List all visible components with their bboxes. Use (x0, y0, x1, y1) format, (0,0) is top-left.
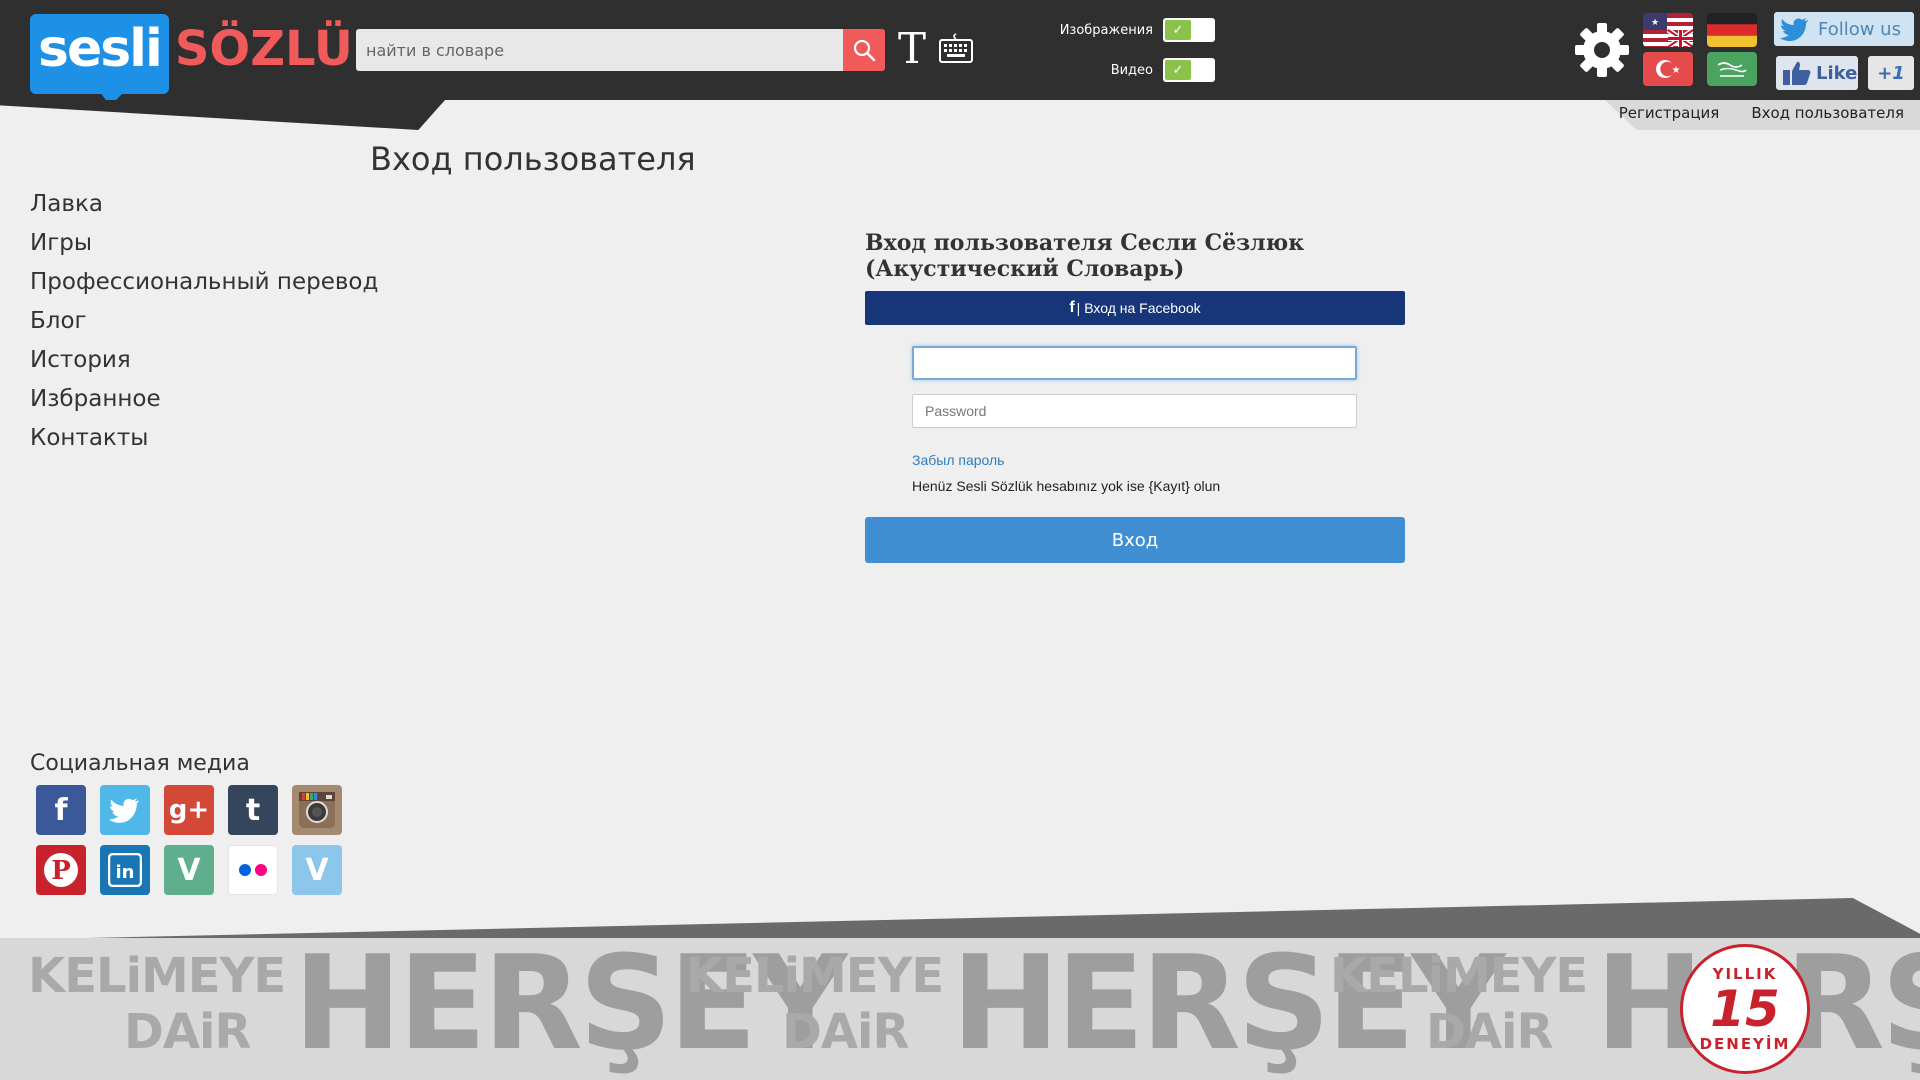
images-toggle-label: Изображения (1059, 22, 1153, 38)
site-logo[interactable]: sesli SÖZLÜK (30, 14, 390, 106)
nav-item-history[interactable]: История (30, 342, 378, 381)
login-link[interactable]: Вход пользователя (1751, 104, 1904, 122)
signup-note: Henüz Sesli Sözlük hesabınız yok ise {Ka… (912, 478, 1221, 494)
search-icon (853, 39, 876, 62)
footer-divider (0, 898, 1920, 940)
search-input[interactable] (356, 29, 843, 71)
video-toggle[interactable]: ✓ (1163, 58, 1215, 82)
register-link[interactable]: Регистрация (1619, 104, 1720, 122)
follow-label: Follow us (1818, 18, 1901, 40)
slogan-word-1: KELiMEYE (1330, 948, 1588, 1004)
settings-gear-icon[interactable] (1574, 22, 1630, 82)
tumblr-glyph: t (245, 792, 261, 828)
flickr-icon[interactable] (228, 845, 278, 895)
header-decoration (0, 100, 445, 130)
badge-number: 15 (1710, 980, 1780, 1038)
instagram-icon[interactable] (292, 785, 342, 835)
images-toggle[interactable]: ✓ (1163, 18, 1215, 42)
pinterest-icon[interactable]: P (36, 845, 86, 895)
social-media-heading: Социальная медиа (30, 751, 250, 776)
vine-icon[interactable]: V (164, 845, 214, 895)
images-toggle-row: Изображения ✓ (1030, 18, 1215, 42)
login-heading: Вход пользователя Сесли Сёзлюк (Акустиче… (865, 230, 1305, 282)
slogan-word-1: KELiMEYE (686, 948, 944, 1004)
slogan-word-1: KELiMEYE (28, 948, 286, 1004)
check-icon: ✓ (1165, 20, 1191, 40)
footer-banner: KELiMEYE DAiR HERŞEY KELiMEYE DAiR HERŞE… (0, 938, 1920, 1080)
google-plus-one-button[interactable]: +1 (1868, 56, 1914, 90)
turkish-flag-icon[interactable]: ★ (1643, 52, 1693, 86)
page-title: Вход пользователя (370, 140, 696, 178)
anniversary-badge: YILLIK 15 DENEYİM (1680, 944, 1810, 1074)
nav-item-translation[interactable]: Профессиональный перевод (30, 264, 378, 303)
svg-text:★: ★ (1672, 65, 1681, 76)
facebook-glyph: f (54, 792, 68, 828)
nav-item-blog[interactable]: Блог (30, 303, 378, 342)
facebook-icon[interactable]: f (36, 785, 86, 835)
footer-slogan: KELiMEYE DAiR HERŞEY (1330, 938, 1920, 1068)
left-nav: Лавка Игры Профессиональный перевод Блог… (30, 186, 378, 459)
nav-item-contacts[interactable]: Контакты (30, 420, 378, 459)
login-panel: Вход пользователя Сесли Сёзлюк (Акустиче… (865, 230, 1405, 563)
facebook-login-label: | Вход на Facebook (1076, 300, 1201, 316)
top-header: sesli SÖZLÜK T Изображения ✓ Видео ✓ (0, 0, 1920, 106)
svg-text:in: in (116, 862, 135, 883)
font-size-icon[interactable]: T (898, 26, 926, 72)
tumblr-icon[interactable]: t (228, 785, 278, 835)
google-plus-icon[interactable]: g+ (164, 785, 214, 835)
logo-mark: sesli (30, 14, 169, 106)
search-bar (356, 29, 885, 71)
thumbs-up-icon (1783, 61, 1811, 85)
vimeo-icon[interactable]: V (292, 845, 342, 895)
forgot-password-link[interactable]: Забыл пароль (912, 452, 1405, 468)
german-flag-icon[interactable] (1707, 13, 1757, 47)
google-plus-glyph: g+ (168, 795, 210, 825)
keyboard-icon[interactable] (938, 32, 974, 68)
english-flag-icon[interactable]: ★ (1643, 13, 1693, 47)
plus-one-label: +1 (1877, 62, 1905, 84)
login-submit-button[interactable]: Вход (865, 517, 1405, 563)
slogan-word-2: DAiR (124, 1004, 251, 1060)
arabic-flag-icon[interactable] (1707, 52, 1757, 86)
slogan-word-2: DAiR (782, 1004, 909, 1060)
vimeo-glyph: V (305, 852, 329, 888)
svg-text:P: P (51, 856, 71, 886)
facebook-login-button[interactable]: f | Вход на Facebook (865, 291, 1405, 325)
like-label: Like (1816, 62, 1858, 84)
twitter-follow-button[interactable]: Follow us (1774, 12, 1914, 46)
social-media-grid: f g+ t P in V V (36, 785, 342, 895)
svg-text:★: ★ (1651, 18, 1659, 28)
twitter-icon[interactable] (100, 785, 150, 835)
badge-bottom-text: DENEYİM (1699, 1035, 1791, 1053)
video-toggle-row: Видео ✓ (1030, 58, 1215, 82)
nav-item-favorites[interactable]: Избранное (30, 381, 378, 420)
linkedin-icon[interactable]: in (100, 845, 150, 895)
account-links: Регистрация Вход пользователя (1619, 104, 1904, 122)
vine-glyph: V (177, 852, 201, 888)
nav-item-shop[interactable]: Лавка (30, 186, 378, 225)
twitter-bird-icon (1780, 18, 1808, 41)
check-icon: ✓ (1165, 60, 1191, 80)
search-button[interactable] (843, 29, 885, 71)
username-field[interactable] (912, 346, 1357, 380)
facebook-icon: f (1069, 299, 1075, 316)
facebook-like-button[interactable]: Like (1776, 56, 1858, 90)
video-toggle-label: Видео (1110, 62, 1153, 78)
nav-item-games[interactable]: Игры (30, 225, 378, 264)
slogan-word-2: DAiR (1426, 1004, 1553, 1060)
password-field[interactable] (912, 394, 1357, 428)
